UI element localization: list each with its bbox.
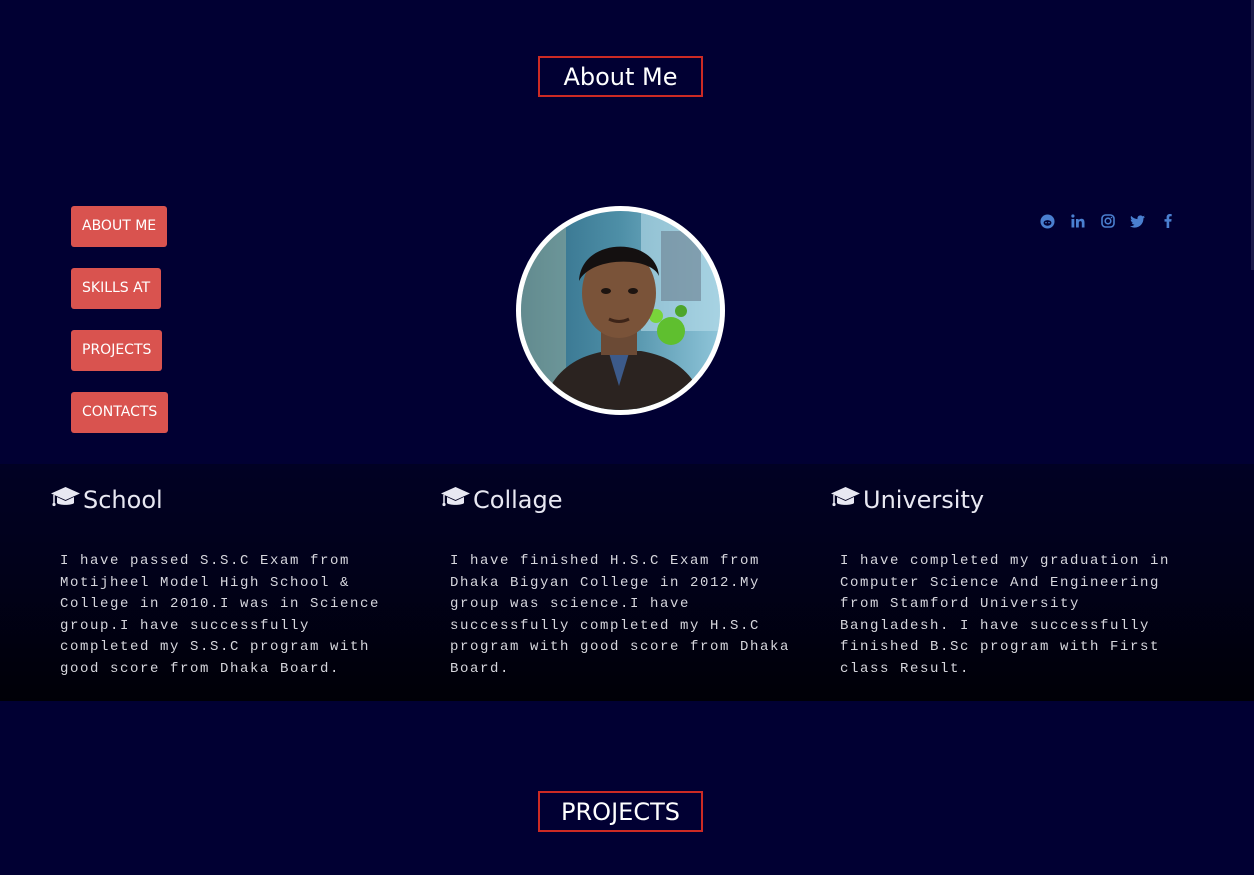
college-description: I have finished H.S.C Exam from Dhaka Bi… [450,553,791,677]
side-navigation: ABOUT ME SKILLS AT PROJECTS CONTACTS [71,206,169,454]
university-description: I have completed my graduation in Comput… [840,553,1171,677]
college-title-text: Collage [473,486,563,514]
page: { "about_section": { "title": "About Me"… [0,0,1254,875]
nav-skills-button[interactable]: SKILLS AT [71,268,162,309]
school-title-text: School [83,486,163,514]
school-title: School [50,482,410,518]
nav-projects-button[interactable]: PROJECTS [71,330,163,371]
reddit-icon[interactable] [1040,213,1055,230]
about-me-heading: About Me [538,56,703,97]
graduation-cap-icon [440,486,471,514]
education-school: School I have passed S.S.C Exam from Mot… [50,482,410,680]
twitter-icon[interactable] [1130,213,1145,230]
nav-contacts-button[interactable]: CONTACTS [71,392,169,433]
linkedin-icon[interactable] [1070,213,1085,230]
education-section: School I have passed S.S.C Exam from Mot… [0,464,1254,701]
social-links [1040,212,1190,230]
university-title: University [830,482,1190,518]
nav-about-me-button[interactable]: ABOUT ME [71,206,168,247]
university-title-text: University [863,486,985,514]
graduation-cap-icon [830,486,861,514]
school-description: I have passed S.S.C Exam from Motijheel … [60,553,381,677]
education-university: University I have completed my graduatio… [830,482,1190,680]
avatar [521,211,720,410]
instagram-icon[interactable] [1100,213,1115,230]
facebook-icon[interactable] [1160,213,1175,230]
college-title: Collage [440,482,800,518]
projects-heading: PROJECTS [538,791,703,832]
graduation-cap-icon [50,486,81,514]
avatar-frame [516,206,725,415]
education-college: Collage I have finished H.S.C Exam from … [440,482,800,680]
